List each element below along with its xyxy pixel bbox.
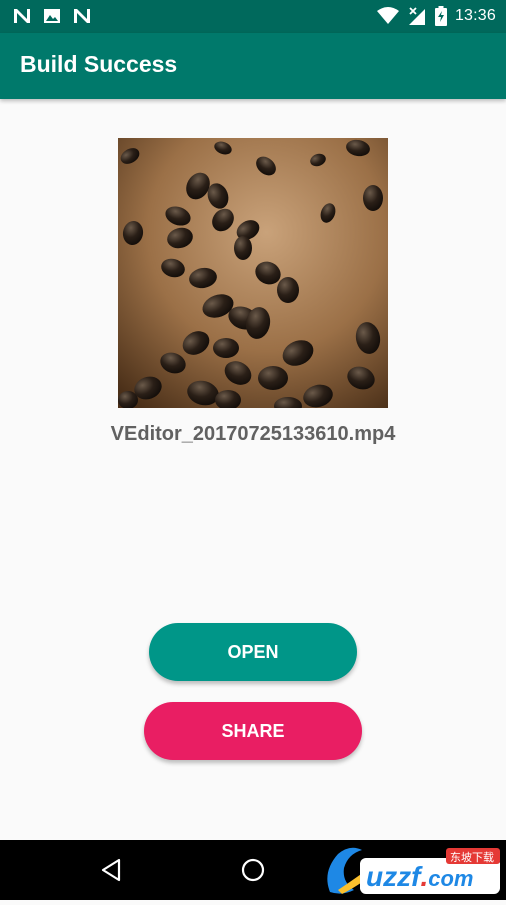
status-bar: 13:36 [0, 0, 506, 33]
battery-icon [434, 6, 447, 26]
svg-text:东坡下载: 东坡下载 [450, 851, 494, 864]
home-icon[interactable] [241, 858, 265, 887]
image-notification-icon [42, 7, 62, 25]
video-filename: VEditor_20170725133610.mp4 [110, 423, 396, 445]
watermark-logo: uzzf.com 东坡下载 [320, 842, 506, 900]
uzzf-logo-icon: uzzf.com 东坡下载 [327, 847, 500, 894]
n-notification-icon [72, 7, 92, 25]
back-icon[interactable] [99, 858, 123, 887]
system-status: 13:36 [376, 6, 496, 26]
wifi-icon [376, 7, 399, 25]
video-thumbnail [118, 138, 388, 408]
coffee-beans-thumbnail [118, 138, 388, 408]
app-bar: Build Success [0, 33, 506, 99]
svg-text:uzzf.com: uzzf.com [366, 861, 473, 892]
n-notification-icon [12, 7, 32, 25]
notification-icons [12, 7, 92, 25]
open-button[interactable]: OPEN [149, 623, 357, 681]
app-bar-title: Build Success [20, 51, 178, 77]
clock: 13:36 [454, 7, 496, 24]
share-button[interactable]: SHARE [144, 702, 362, 760]
cell-signal-icon [407, 6, 427, 26]
